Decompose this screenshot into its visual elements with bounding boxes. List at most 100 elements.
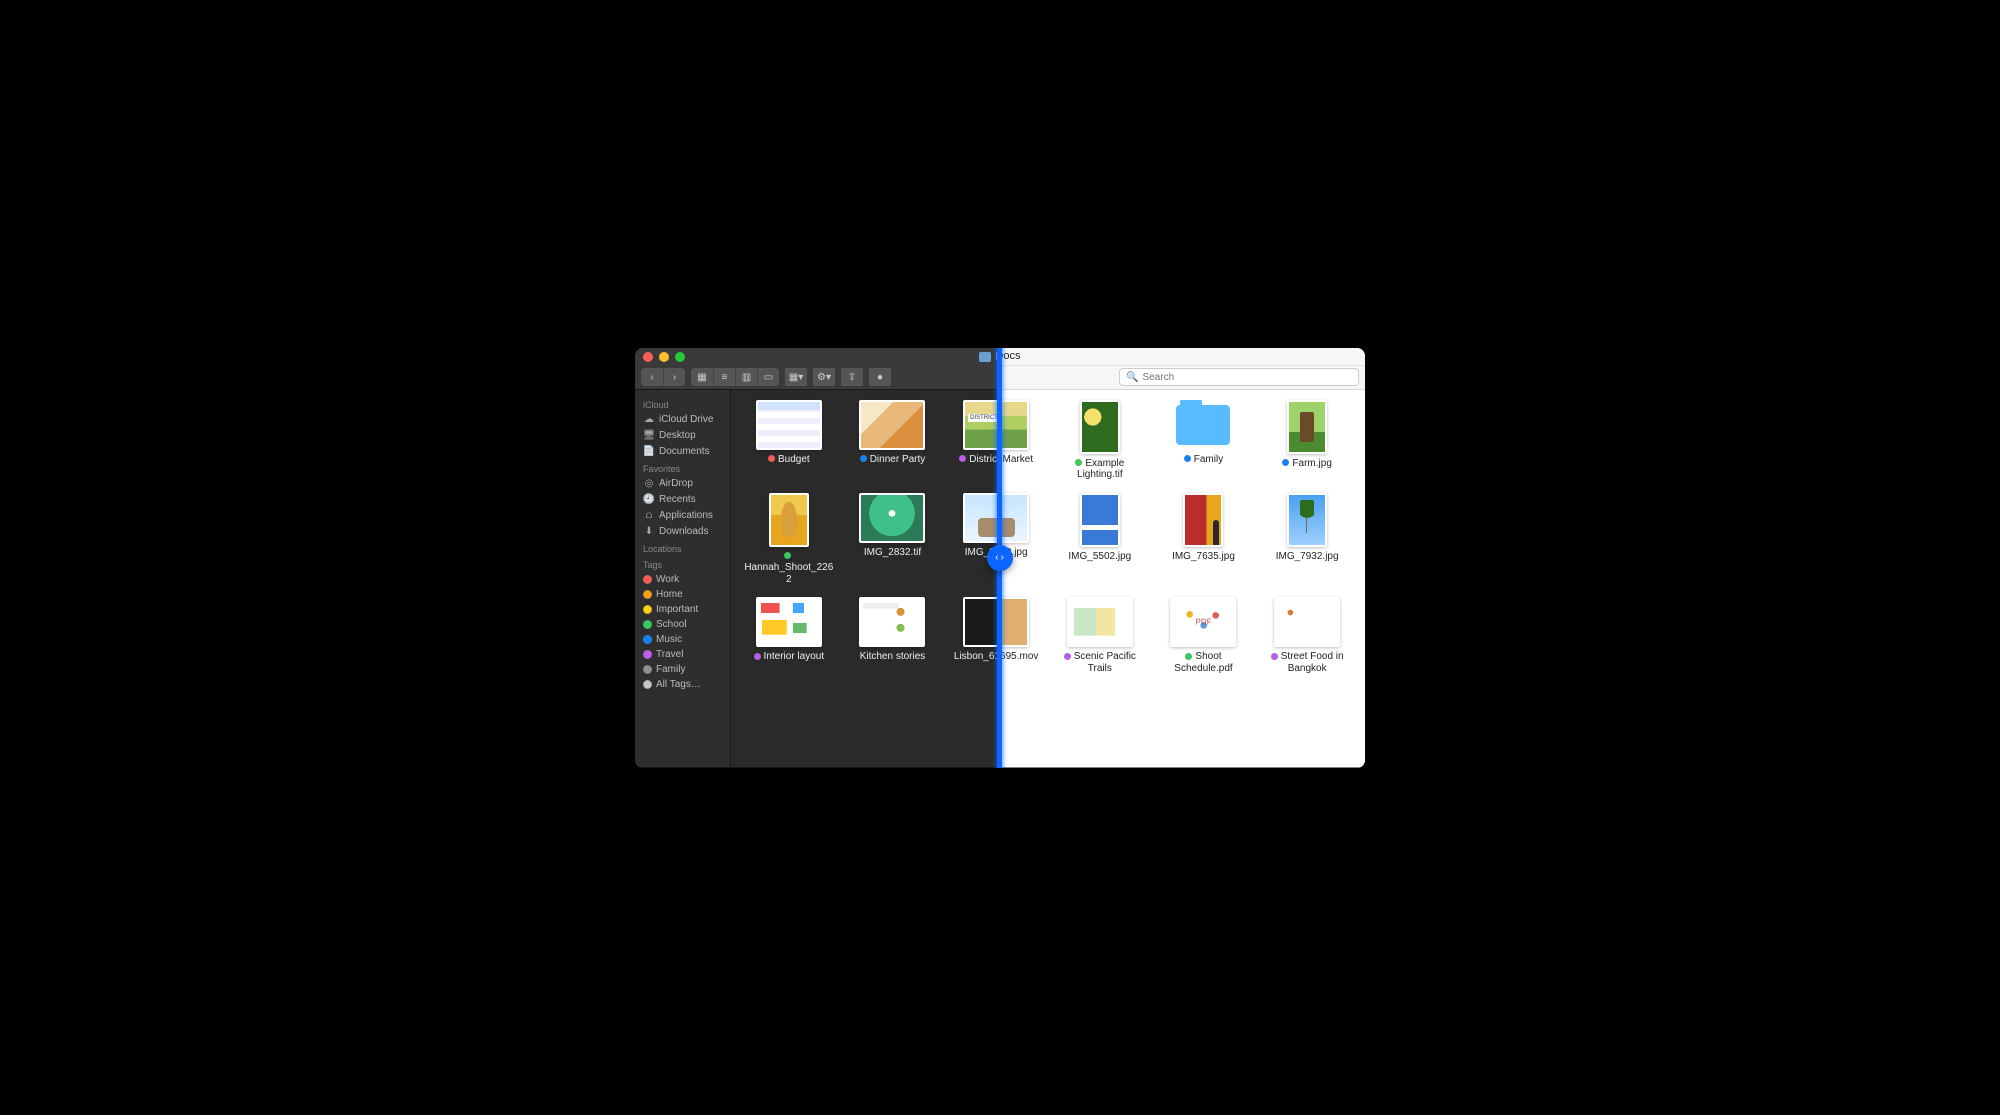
share-icon: ⇪ <box>848 372 856 383</box>
file-thumbnail <box>1287 493 1327 547</box>
file-tag-dot-icon <box>754 653 761 660</box>
sidebar-item[interactable]: School <box>639 617 726 632</box>
file-name: Shoot Schedule.pdf <box>1158 651 1248 674</box>
sidebar-item[interactable]: Music <box>639 632 726 647</box>
sidebar-item[interactable]: Home <box>639 587 726 602</box>
search-icon: 🔍 <box>1126 372 1138 383</box>
sidebar-section-header: Locations <box>643 544 722 554</box>
file-item[interactable]: Dinner Party <box>843 400 943 481</box>
edit-tags-button[interactable]: ● <box>869 368 891 386</box>
file-item[interactable]: Interior layout <box>739 597 839 674</box>
file-tag-dot-icon <box>1271 653 1278 660</box>
sidebar-item-label: AirDrop <box>659 478 693 489</box>
file-thumbnail <box>769 493 809 547</box>
share-button[interactable]: ⇪ <box>841 368 863 386</box>
tag-dot-icon <box>643 650 652 659</box>
minimize-button[interactable] <box>659 352 669 362</box>
column-view-button[interactable]: ▥ <box>735 368 757 386</box>
zoom-button[interactable] <box>675 352 685 362</box>
file-name: Dinner Party <box>860 454 926 466</box>
file-tag-dot-icon <box>959 455 966 462</box>
file-name: Interior layout <box>754 651 825 663</box>
thumbnail-art <box>1185 495 1221 545</box>
file-item[interactable]: IMG_7635.jpg <box>1154 493 1254 586</box>
tag-dot-icon <box>643 575 652 584</box>
sidebar-item-label: iCloud Drive <box>659 414 713 425</box>
clock-icon: 🕘 <box>643 494 655 506</box>
action-menu-button[interactable]: ⚙︎▾ <box>813 368 835 386</box>
view-seg: ▦ ≡ ▥ ▭ <box>691 368 779 386</box>
sidebar-item[interactable]: ☁︎ iCloud Drive <box>639 412 726 428</box>
icon-view-button[interactable]: ▦ <box>691 368 713 386</box>
file-item[interactable]: Farm.jpg <box>1257 400 1357 481</box>
sidebar-item-label: School <box>656 619 687 630</box>
traffic-lights <box>643 352 685 362</box>
forward-button[interactable]: › <box>663 368 685 386</box>
file-item[interactable]: IMG_7932.jpg <box>1257 493 1357 586</box>
sidebar-item[interactable]: Travel <box>639 647 726 662</box>
file-thumbnail <box>859 400 925 450</box>
sidebar-item[interactable]: Family <box>639 662 726 677</box>
gallery-icon: ▭ <box>764 372 773 383</box>
file-item[interactable]: Budget <box>739 400 839 481</box>
file-item[interactable]: Hannah_Shoot_2262 <box>739 493 839 586</box>
file-name: IMG_5502.jpg <box>1068 551 1131 563</box>
cloud-icon: ☁︎ <box>643 414 655 426</box>
nav-seg: ‹ › <box>641 368 685 386</box>
thumbnail-art <box>758 402 820 448</box>
list-view-button[interactable]: ≡ <box>713 368 735 386</box>
sidebar-item[interactable]: Important <box>639 602 726 617</box>
file-name: IMG_2832.tif <box>864 547 921 559</box>
sidebar-item-label: Recents <box>659 494 696 505</box>
close-button[interactable] <box>643 352 653 362</box>
thumbnail-art <box>758 599 820 645</box>
divider-handle[interactable]: ‹ › <box>987 545 1013 571</box>
thumbnail-art <box>861 599 923 645</box>
arrange-button[interactable]: ▦▾ <box>785 368 807 386</box>
file-item[interactable]: IMG_2832.tif <box>843 493 943 586</box>
file-name: IMG_7932.jpg <box>1276 551 1339 563</box>
file-name: Hannah_Shoot_2262 <box>744 551 834 586</box>
sidebar-item[interactable]: 🖥Desktop <box>639 428 726 444</box>
caret-right-icon: › <box>1001 552 1004 563</box>
search-field[interactable]: 🔍 <box>1119 368 1359 386</box>
sidebar-item[interactable]: Work <box>639 572 726 587</box>
file-tag-dot-icon <box>1184 455 1191 462</box>
sidebar-item-label: Downloads <box>659 526 708 537</box>
theme-compare-divider[interactable]: ‹ › <box>997 348 1002 768</box>
file-item[interactable]: Family <box>1154 400 1254 481</box>
file-tag-dot-icon <box>1282 459 1289 466</box>
thumbnail-art <box>1289 495 1325 545</box>
tag-dot-icon <box>643 665 652 674</box>
file-item[interactable]: IMG_5502.jpg <box>1050 493 1150 586</box>
sidebar-item[interactable]: All Tags… <box>639 677 726 692</box>
file-name: Street Food in Bangkok <box>1262 651 1352 674</box>
sidebar-item-label: Music <box>656 634 682 645</box>
down-icon: ⬇︎ <box>643 526 655 538</box>
sidebar-item[interactable]: 🕘 Recents <box>639 492 726 508</box>
tag-icon: ● <box>877 372 883 383</box>
sidebar-item[interactable]: ⬇︎ Downloads <box>639 524 726 540</box>
thumbnail-art <box>1082 495 1118 545</box>
file-item[interactable]: Street Food in Bangkok <box>1257 597 1357 674</box>
file-name: Family <box>1184 454 1223 466</box>
thumbnail-art <box>1289 402 1325 452</box>
sidebar-item-label: Home <box>656 589 683 600</box>
file-item[interactable]: Shoot Schedule.pdf <box>1154 597 1254 674</box>
folder-icon <box>1176 405 1230 445</box>
file-item[interactable]: Example Lighting.tif <box>1050 400 1150 481</box>
columns-icon: ▥ <box>742 372 751 383</box>
gear-icon: ⚙︎▾ <box>817 372 831 383</box>
file-item[interactable]: Scenic Pacific Trails <box>1050 597 1150 674</box>
search-input[interactable] <box>1142 372 1352 383</box>
tag-dot-icon <box>643 605 652 614</box>
file-item[interactable]: Kitchen stories <box>843 597 943 674</box>
tag-dot-icon <box>643 635 652 644</box>
sidebar-item[interactable]: ◎AirDrop <box>639 476 726 492</box>
gallery-view-button[interactable]: ▭ <box>757 368 779 386</box>
back-button[interactable]: ‹ <box>641 368 663 386</box>
file-thumbnail <box>756 597 822 647</box>
sidebar-item[interactable]: ⩍Applications <box>639 508 726 524</box>
sidebar-item[interactable]: 📄Documents <box>639 444 726 460</box>
caret-left-icon: ‹ <box>995 552 998 563</box>
